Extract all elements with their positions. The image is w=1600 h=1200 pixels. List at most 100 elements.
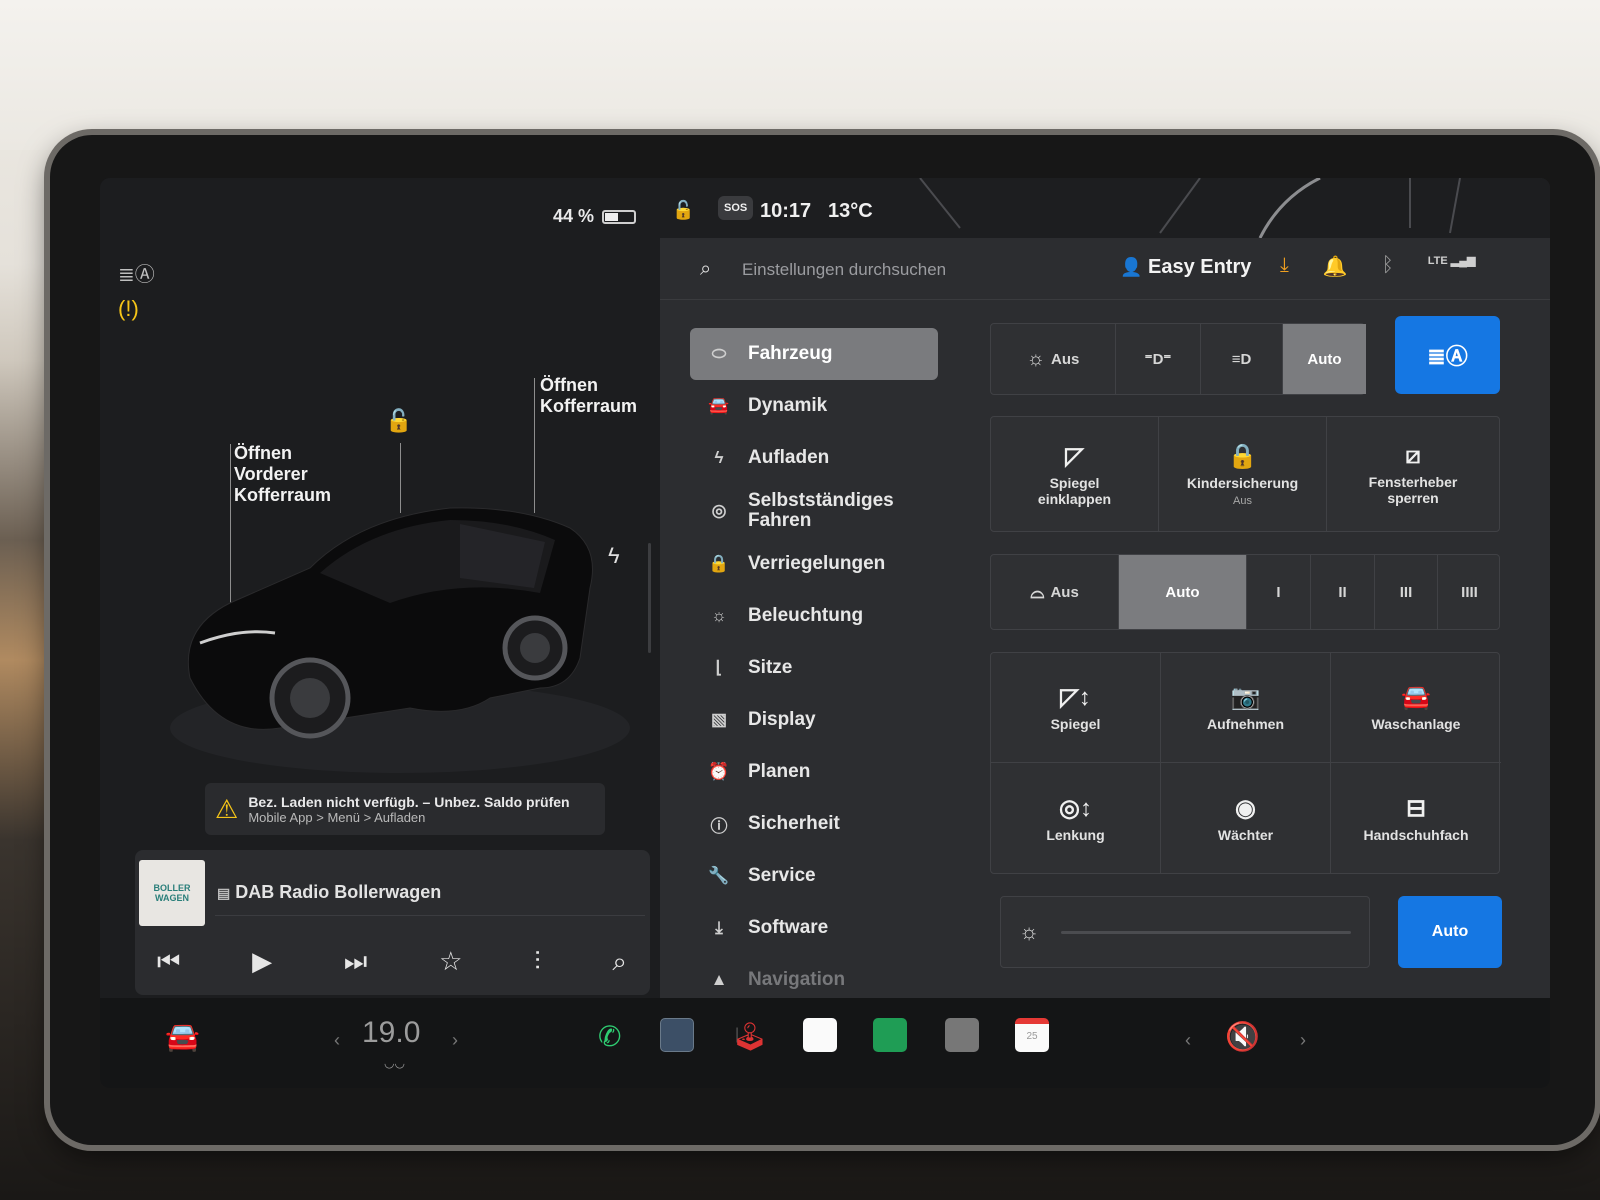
media-divider [215,915,645,916]
phone-icon[interactable]: ✆ [598,1020,621,1053]
search-input[interactable]: Einstellungen durchsuchen [742,260,946,280]
nav-item-display[interactable]: ▧ Display [690,694,950,746]
nav-item-selbststaendiges-fahren[interactable]: ◎ Selbstständiges Fahren [690,484,950,538]
dashcam-record-tile[interactable]: 📷 Aufnehmen [1161,653,1331,763]
car-wash-tile[interactable]: 🚘 Waschanlage [1331,653,1501,763]
child-lock-icon: 🔒 [1227,442,1258,470]
sentry-mode-tile[interactable]: ◉ Wächter [1161,763,1331,873]
battery-icon [602,209,636,224]
lights-off-button[interactable]: ☼ Aus [991,324,1116,394]
media-title[interactable]: DAB Radio Bollerwagen [235,882,441,902]
driver-profile-icon: 👤 [1120,257,1143,277]
album-art[interactable]: BOLLER WAGEN [139,860,205,926]
nav-item-aufladen[interactable]: ϟ Aufladen [690,432,950,484]
sun-icon: ☼ [711,606,727,625]
stocks-chart-icon[interactable] [873,1018,907,1052]
temp-decrease-chevron-icon[interactable]: ‹ [334,1030,340,1051]
clock-icon: ⏰ [708,762,730,781]
seat-heater-icon[interactable]: ◡◡ [384,1056,405,1070]
auto-high-beam-button[interactable]: ≣Ⓐ [1395,316,1500,394]
equalizer-icon[interactable]: ⫶ [534,946,541,978]
download-update-icon[interactable]: ⤓ [1280,254,1289,279]
brightness-track[interactable] [1061,931,1351,934]
status-battery: 44 % [553,206,636,227]
blank-app-icon[interactable] [803,1018,837,1052]
driver-profile-name[interactable]: Easy Entry [1148,256,1251,278]
alert-title: Bez. Laden nicht verfügb. – Unbez. Saldo… [248,793,570,810]
brightness-slider[interactable]: ☼ [1000,896,1370,968]
volume-up-chevron-icon[interactable]: › [1300,1030,1306,1051]
notification-bell-icon[interactable]: 🔔 [1323,254,1348,279]
controls-panel: 🔓 SOS 10:17 13°C ⌕ Einstellungen durchsu… [660,178,1550,998]
nav-item-beleuchtung[interactable]: ☼ Beleuchtung [690,590,950,642]
window-lock-tile[interactable]: ⧄ Fensterheber sperren [1327,417,1499,531]
touchscreen: ≣Ⓐ (!) 44 % Öffnen Vorderer Kofferraum Ö… [100,178,1550,1088]
wipers-off-button[interactable]: ⌓ Aus [991,555,1119,629]
download-icon: ⤓ [715,918,723,937]
cabin-temperature[interactable]: 19.0 [362,1016,420,1050]
lights-auto-button[interactable]: Auto [1283,324,1366,394]
joystick-game-icon[interactable]: 🕹 [732,1020,768,1053]
favorite-star-icon[interactable]: ☆ [439,946,462,978]
fold-mirrors-tile[interactable]: ◸ Spiegel einklappen [991,417,1159,531]
wipers-auto-button[interactable]: Auto [1119,555,1247,629]
mirror-adjust-tile[interactable]: ◸↕ Spiegel [991,653,1161,763]
lock-status-icon[interactable]: 🔓 [672,200,694,221]
charging-alert[interactable]: ⚠ Bez. Laden nicht verfügb. – Unbez. Sal… [205,783,605,835]
scrollbar[interactable] [648,543,651,653]
tire-pressure-warning-icon: (!) [118,296,139,321]
glovebox-tile[interactable]: ⊟ Handschuhfach [1331,763,1501,873]
theater-video-icon[interactable] [945,1018,979,1052]
nav-item-verriegelungen[interactable]: 🔒 Verriegelungen [690,538,950,590]
warning-triangle-icon: ⚠ [215,793,239,824]
quick-controls-grid: ◸↕ Spiegel 📷 Aufnehmen 🚘 Waschanlage ◎↕ Lenk… [990,652,1501,874]
sentry-icon: ◉ [1235,794,1256,822]
parking-lights-button[interactable]: ⁼D⁼ [1116,324,1201,394]
brightness-auto-button[interactable]: Auto [1398,896,1502,968]
steering-adjust-tile[interactable]: ◎↕ Lenkung [991,763,1161,873]
wiper-speed-4-button[interactable]: IIII [1438,555,1501,629]
media-player: BOLLER WAGEN ▤ DAB Radio Bollerwagen ⏮ ▶… [135,850,650,995]
seat-icon: ⌊ [715,658,723,677]
nav-item-software[interactable]: ⤓ Software [690,902,950,954]
temp-increase-chevron-icon[interactable]: › [452,1030,458,1051]
volume-down-chevron-icon[interactable]: ‹ [1185,1030,1191,1051]
nav-item-sitze[interactable]: ⌊ Sitze [690,642,950,694]
settings-header: ⌕ Einstellungen durchsuchen 👤 Easy Entry… [660,240,1550,300]
info-icon: ⓘ [710,816,728,836]
nav-item-fahrzeug[interactable]: ⬭ Fahrzeug [690,328,938,380]
lte-signal-icon: LTE ▂▄▆ [1427,255,1476,267]
wiper-speed-2-button[interactable]: II [1311,555,1375,629]
low-beam-button[interactable]: ≡D [1201,324,1283,394]
car-wash-icon: 🚘 [1401,684,1431,711]
background-window [0,0,1600,150]
wiper-selector: ⌓ Aus Auto I II III IIII [990,554,1500,630]
sos-button[interactable]: SOS [718,196,754,220]
child-lock-tile[interactable]: 🔒 Kindersicherung Aus [1159,417,1327,531]
battery-percent: 44 % [552,206,594,226]
wiper-speed-1-button[interactable]: I [1247,555,1311,629]
wiper-speed-3-button[interactable]: III [1375,555,1438,629]
app-launcher-icon[interactable] [660,1018,694,1052]
calendar-icon[interactable]: 25 [1015,1018,1049,1052]
top-status-bar: 🔓 SOS 10:17 13°C [660,178,1550,238]
nav-item-service[interactable]: 🔧 Service [690,850,950,902]
nav-item-dynamik[interactable]: 🚘 Dynamik [690,380,950,432]
light-sun-icon: ☼ [1026,347,1045,370]
search-icon[interactable]: ⌕ [700,258,711,281]
nav-item-planen[interactable]: ⏰ Planen [690,746,950,798]
play-icon[interactable]: ▶ [252,946,272,978]
previous-track-icon[interactable]: ⏮ [157,946,180,978]
camera-record-icon: 📷 [1230,684,1261,711]
headlight-selector: ☼ Aus ⁼D⁼ ≡D Auto [990,323,1366,395]
bluetooth-icon[interactable]: ᛒ [1382,254,1394,279]
next-track-icon[interactable]: ⏭ [344,946,367,978]
wiper-icon: ⌓ [1030,581,1045,602]
parking-lights-icon: ⁼D⁼ [1144,351,1172,368]
open-trunk-label[interactable]: Öffnen Kofferraum [540,375,637,417]
bolt-icon: ϟ [714,448,724,467]
media-search-icon[interactable]: ⌕ [612,946,627,978]
volume-mute-icon[interactable]: 🔇 [1225,1020,1260,1053]
nav-item-sicherheit[interactable]: ⓘ Sicherheit [690,798,950,850]
car-settings-icon[interactable]: 🚘 [165,1020,200,1053]
